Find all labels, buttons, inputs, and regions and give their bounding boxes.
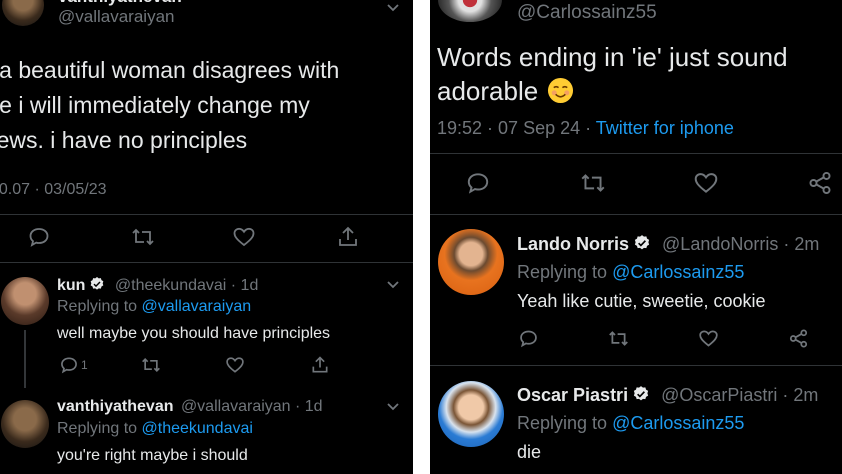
- reply-display-name[interactable]: Oscar Piastri: [517, 385, 628, 405]
- tweet-text-line-3: views. i have no principles: [0, 127, 248, 153]
- tweet-text-line-1: If a beautiful woman disagrees with: [0, 57, 340, 83]
- reply-icon[interactable]: [27, 225, 51, 249]
- author-display-name[interactable]: vanthiyathevan: [58, 0, 182, 7]
- reply-handle-time[interactable]: @theekundavai · 1d: [115, 277, 258, 294]
- like-icon[interactable]: [698, 328, 719, 349]
- replying-to-prefix: Replying to: [517, 413, 608, 433]
- tweet-source-link[interactable]: Twitter for iphone: [596, 118, 734, 138]
- replying-to-prefix: Replying to: [517, 262, 608, 282]
- reply-header: Oscar Piastri @OscarPiastri · 2m: [517, 385, 818, 406]
- like-icon[interactable]: [225, 355, 245, 375]
- divider: [430, 365, 842, 366]
- tweet-text-line-1: Words ending in 'ie' just sound: [437, 42, 788, 72]
- divider: [0, 214, 413, 215]
- thread-line: [24, 330, 26, 388]
- reply-text: well maybe you should have principles: [57, 325, 331, 342]
- replying-to-link[interactable]: @Carlossainz55: [612, 262, 744, 282]
- share-icon[interactable]: [807, 170, 833, 196]
- reply-header: kun @theekundavai · 1d: [57, 276, 258, 295]
- divider: [430, 214, 842, 215]
- tweet-text-line-2: me i will immediately change my: [0, 92, 310, 118]
- chevron-down-icon[interactable]: [386, 280, 400, 290]
- chevron-down-icon[interactable]: [386, 3, 400, 13]
- replying-to-link[interactable]: @vallavaraiyan: [142, 298, 252, 315]
- smiling-face-emoji-icon: [548, 77, 574, 104]
- reply-avatar[interactable]: [438, 229, 504, 295]
- retweet-icon[interactable]: [579, 170, 607, 196]
- replying-to-line: Replying to @theekundavai: [57, 420, 253, 438]
- reply-header: vanthiyathevan @vallavaraiyan · 1d: [57, 398, 323, 416]
- reply-display-name[interactable]: vanthiyathevan: [57, 398, 173, 415]
- replying-to-line: Replying to @Carlossainz55: [517, 413, 744, 434]
- reply-display-name[interactable]: Lando Norris: [517, 234, 629, 254]
- tweet-timestamp: 19:52 · 07 Sep 24 ·: [437, 118, 596, 138]
- replying-to-prefix: Replying to: [57, 298, 138, 315]
- verified-badge-icon: [634, 235, 650, 250]
- share-icon[interactable]: [336, 225, 360, 249]
- tweet-text-line-2-text: adorable: [437, 76, 539, 106]
- reply-text: Yeah like cutie, sweetie, cookie: [517, 291, 766, 311]
- tweet-meta: 19:52 · 07 Sep 24 · Twitter for iphone: [437, 118, 734, 139]
- replying-to-line: Replying to @Carlossainz55: [517, 262, 744, 283]
- replying-to-prefix: Replying to: [57, 420, 138, 437]
- share-icon[interactable]: [310, 355, 330, 375]
- verified-badge-icon: [633, 386, 649, 401]
- author-handle[interactable]: @Carlossainz55: [517, 2, 657, 24]
- reply-avatar[interactable]: [438, 381, 504, 447]
- panel-divider: [413, 0, 430, 474]
- reply-count: 1: [81, 358, 88, 372]
- reply-header: Lando Norris @LandoNorris · 2m: [517, 234, 819, 255]
- divider: [0, 262, 413, 263]
- reply-text: you're right maybe i should: [57, 447, 248, 464]
- tweet-timestamp: 10.07 · 03/05/23: [0, 181, 107, 198]
- author-avatar[interactable]: [438, 0, 502, 22]
- left-screenshot: vanthiyathevan @vallavaraiyan If a beaut…: [0, 0, 413, 474]
- reply-handle-time[interactable]: @vallavaraiyan · 1d: [181, 398, 323, 415]
- reply-icon[interactable]: [465, 170, 491, 196]
- right-screenshot: @Carlossainz55 Words ending in 'ie' just…: [430, 0, 842, 474]
- verified-badge-icon: [91, 277, 104, 290]
- reply-display-name[interactable]: kun: [57, 277, 85, 294]
- replying-to-line: Replying to @vallavaraiyan: [57, 298, 251, 316]
- reply-icon[interactable]: [518, 328, 539, 349]
- like-icon[interactable]: [693, 170, 719, 196]
- retweet-icon[interactable]: [140, 355, 162, 375]
- reply-avatar[interactable]: [1, 400, 49, 448]
- divider: [430, 153, 842, 154]
- tweet-text-line-2: adorable: [437, 76, 574, 107]
- replying-to-link[interactable]: @theekundavai: [142, 420, 253, 437]
- reply-avatar[interactable]: [1, 277, 49, 325]
- retweet-icon[interactable]: [607, 328, 630, 349]
- chevron-down-icon[interactable]: [386, 402, 400, 412]
- reply-icon[interactable]: [59, 355, 79, 375]
- like-icon[interactable]: [232, 225, 256, 249]
- reply-handle-time[interactable]: @LandoNorris · 2m: [662, 234, 819, 254]
- share-icon[interactable]: [788, 328, 809, 349]
- author-handle[interactable]: @vallavaraiyan: [58, 7, 174, 27]
- author-avatar[interactable]: [2, 0, 44, 26]
- retweet-icon[interactable]: [130, 225, 156, 249]
- reply-text: die: [517, 442, 542, 462]
- replying-to-link[interactable]: @Carlossainz55: [612, 413, 744, 433]
- reply-handle-time[interactable]: @OscarPiastri · 2m: [661, 385, 818, 405]
